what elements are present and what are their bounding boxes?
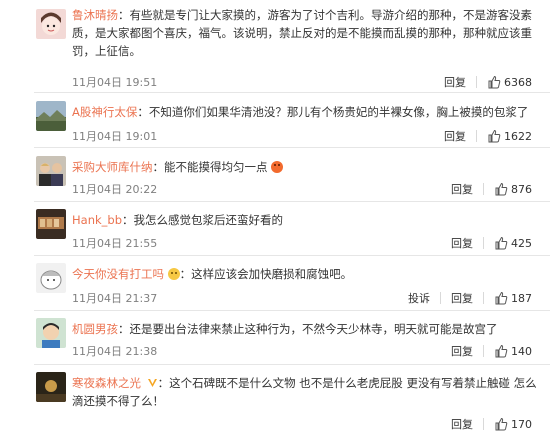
comment-item: 鲁沐晴扬：有些就是专门让大家摸的，游客为了讨个吉利。导游介绍的那种，不是游客没素… xyxy=(0,0,550,89)
comment-body: ：能不能摸得均匀一点 xyxy=(152,160,268,174)
thumbs-up-icon xyxy=(495,236,508,250)
comment-text: A股神行太保：不知道你们如果华清池没？那儿有个杨贵妃的半裸女像，胸上被摸的包浆了 xyxy=(72,103,538,121)
divider xyxy=(483,237,484,249)
divider xyxy=(483,418,484,430)
angry-emoji-icon xyxy=(271,161,284,173)
reply-button[interactable]: 回复 xyxy=(444,74,466,90)
avatar[interactable] xyxy=(36,318,66,348)
comment-text: Hank_bb：我怎么感觉包浆后还蛮好看的 xyxy=(72,211,538,229)
comment-actions: 投诉 回复 187 xyxy=(408,290,532,306)
like-count: 1622 xyxy=(504,129,532,143)
comment-body: ：我怎么感觉包浆后还蛮好看的 xyxy=(122,213,283,227)
like-button[interactable]: 876 xyxy=(494,182,532,196)
reply-button[interactable]: 回复 xyxy=(451,343,473,359)
comment-time: 11月04日 21:38 xyxy=(72,345,158,358)
avatar[interactable] xyxy=(36,372,66,402)
reply-button[interactable]: 回复 xyxy=(451,181,473,197)
comment-body: ：不知道你们如果华清池没？那儿有个杨贵妃的半裸女像，胸上被摸的包浆了 xyxy=(137,105,529,119)
comment-time: 11月04日 19:51 xyxy=(72,76,158,89)
divider xyxy=(483,345,484,357)
divider xyxy=(476,76,477,88)
thumbs-up-icon xyxy=(495,291,508,305)
comment-text: 今天你没有打工吗 ：这样应该会加快磨损和腐蚀吧。 xyxy=(72,265,538,283)
username-link[interactable]: Hank_bb xyxy=(72,213,122,227)
comment-body: ：有些就是专门让大家摸的，游客为了讨个吉利。导游介绍的那种，不是游客没素质，是大… xyxy=(72,8,532,58)
separator xyxy=(34,201,550,202)
separator xyxy=(34,92,550,93)
thumbs-up-icon xyxy=(488,75,501,89)
separator xyxy=(34,364,550,365)
vip-icon xyxy=(147,379,157,387)
thumbs-up-icon xyxy=(488,129,501,143)
username-link[interactable]: 寒夜森林之光 xyxy=(72,376,141,390)
like-button[interactable]: 1622 xyxy=(487,129,532,143)
separator xyxy=(34,310,550,311)
comment-actions: 回复 1622 xyxy=(444,128,532,144)
like-count: 140 xyxy=(511,344,532,358)
comment-actions: 回复 6368 xyxy=(444,74,532,90)
username-link[interactable]: 鲁沐晴扬 xyxy=(72,8,118,22)
username-link[interactable]: 机圆男孩 xyxy=(72,322,118,336)
reply-button[interactable]: 回复 xyxy=(451,416,473,432)
divider xyxy=(483,292,484,304)
like-button[interactable]: 6368 xyxy=(487,75,532,89)
divider xyxy=(483,183,484,195)
like-button[interactable]: 170 xyxy=(494,417,532,431)
comment-text: 机圆男孩：还是要出台法律来禁止这种行为，不然今天少林寺，明天就可能是故宫了 xyxy=(72,320,538,338)
like-button[interactable]: 187 xyxy=(494,291,532,305)
comment-text: 采购大师库什纳：能不能摸得均匀一点 xyxy=(72,158,538,176)
comment-actions: 回复 170 xyxy=(451,416,532,432)
thumbs-up-icon xyxy=(495,182,508,196)
comment-body: ：这样应该会加快磨损和腐蚀吧。 xyxy=(179,267,353,281)
divider xyxy=(476,130,477,142)
comment-body: ：这个石碑既不是什么文物 也不是什么老虎屁股 更没有写着禁止触碰 怎么滴还摸不得… xyxy=(72,376,537,408)
comment-text: 寒夜森林之光 ：这个石碑既不是什么文物 也不是什么老虎屁股 更没有写着禁止触碰 … xyxy=(72,374,538,410)
comment-time: 11月04日 19:01 xyxy=(72,130,158,143)
avatar[interactable] xyxy=(36,101,66,131)
comment-actions: 回复 140 xyxy=(451,343,532,359)
comment-text: 鲁沐晴扬：有些就是专门让大家摸的，游客为了讨个吉利。导游介绍的那种，不是游客没素… xyxy=(72,6,538,60)
thumbs-up-icon xyxy=(495,344,508,358)
avatar[interactable] xyxy=(36,263,66,293)
divider xyxy=(440,292,441,304)
username-link[interactable]: A股神行太保 xyxy=(72,105,137,119)
comment-actions: 回复 425 xyxy=(451,235,532,251)
smile-emoji-icon xyxy=(167,268,180,280)
thumbs-up-icon xyxy=(495,417,508,431)
comment-time: 11月04日 21:55 xyxy=(72,237,158,250)
reply-button[interactable]: 回复 xyxy=(444,128,466,144)
like-button[interactable]: 140 xyxy=(494,344,532,358)
comment-list: 鲁沐晴扬：有些就是专门让大家摸的，游客为了讨个吉利。导游介绍的那种，不是游客没素… xyxy=(0,0,550,431)
like-count: 187 xyxy=(511,291,532,305)
avatar[interactable] xyxy=(36,9,66,39)
like-count: 425 xyxy=(511,236,532,250)
comment-actions: 回复 876 xyxy=(451,181,532,197)
like-button[interactable]: 425 xyxy=(494,236,532,250)
reply-button[interactable]: 回复 xyxy=(451,290,473,306)
username-link[interactable]: 采购大师库什纳 xyxy=(72,160,153,174)
separator xyxy=(34,255,550,256)
separator xyxy=(34,147,550,148)
comment-time: 11月04日 20:22 xyxy=(72,183,158,196)
comment-body: ：还是要出台法律来禁止这种行为，不然今天少林寺，明天就可能是故宫了 xyxy=(118,322,498,336)
avatar[interactable] xyxy=(36,156,66,186)
report-button[interactable]: 投诉 xyxy=(408,290,430,306)
like-count: 876 xyxy=(511,182,532,196)
like-count: 170 xyxy=(511,417,532,431)
avatar[interactable] xyxy=(36,209,66,239)
comment-time: 11月04日 21:37 xyxy=(72,292,158,305)
reply-button[interactable]: 回复 xyxy=(451,235,473,251)
like-count: 6368 xyxy=(504,75,532,89)
username-link[interactable]: 今天你没有打工吗 xyxy=(72,267,164,281)
